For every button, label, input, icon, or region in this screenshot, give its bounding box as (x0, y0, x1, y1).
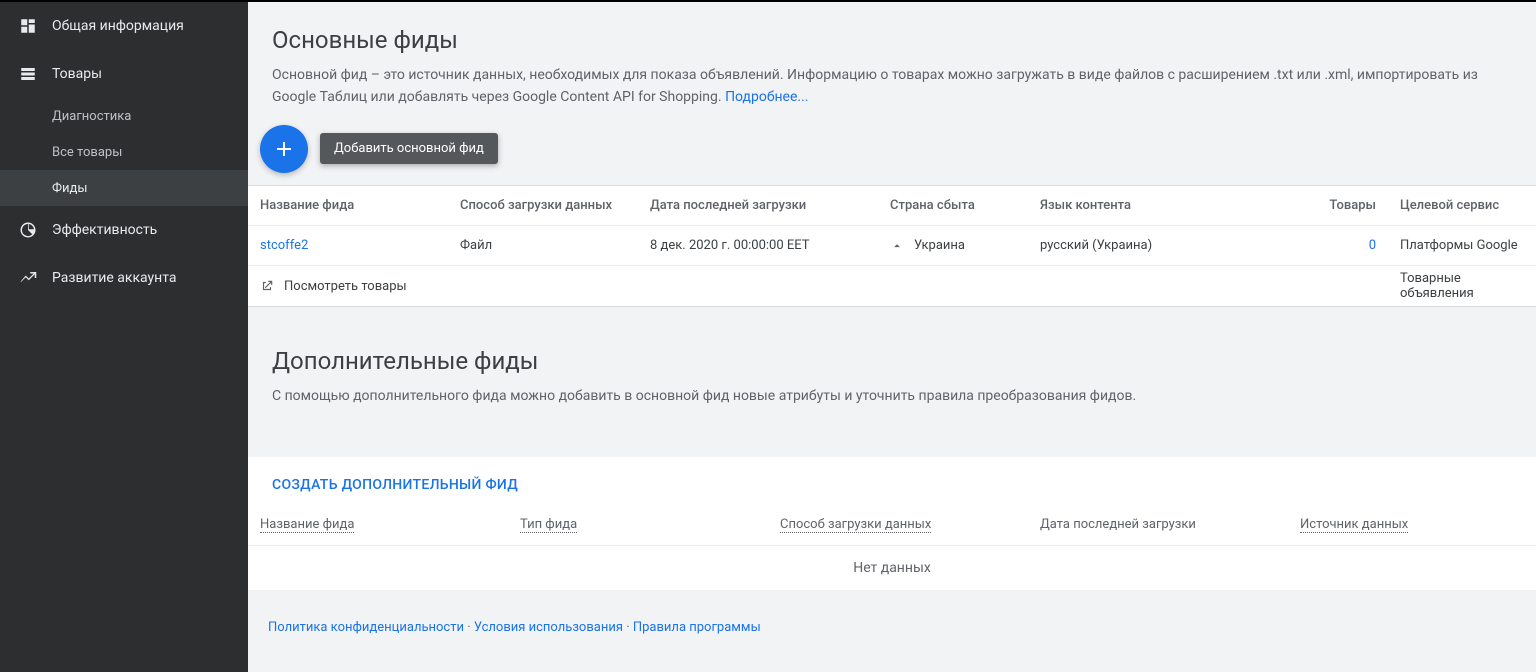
add-primary-feed-button[interactable] (260, 125, 308, 173)
sidebar-item-label: Эффективность (52, 222, 157, 238)
learn-more-link[interactable]: Подробнее... (725, 89, 808, 105)
fab-row: Добавить основной фид (248, 125, 1536, 185)
col-service: Целевой сервис (1388, 186, 1536, 226)
table-header-row: Название фида Способ загрузки данных Дат… (248, 186, 1536, 226)
sidebar-sub-label: Диагностика (52, 109, 131, 124)
sidebar-sub-diagnostics[interactable]: Диагностика (0, 98, 248, 134)
footer: Политика конфиденциальности · Условия ис… (248, 590, 1536, 653)
create-supplemental-feed-button[interactable]: СОЗДАТЬ ДОПОЛНИТЕЛЬНЫЙ ФИД (248, 457, 542, 505)
feed-items-link[interactable]: 0 (1308, 226, 1388, 266)
col-items: Товары (1308, 186, 1388, 226)
primary-feeds-title: Основные фиды (272, 26, 1512, 54)
feed-ads: Товарные объявления (1388, 266, 1536, 306)
trending-up-icon (18, 268, 38, 288)
view-products-link[interactable]: Посмотреть товары (248, 266, 638, 306)
footer-program-link[interactable]: Правила программы (633, 620, 761, 635)
sidebar-sub-feeds[interactable]: Фиды (0, 170, 248, 206)
sidebar-sub-label: Все товары (52, 145, 122, 160)
plus-icon (272, 137, 296, 161)
fab-tooltip: Добавить основной фид (320, 133, 498, 164)
col-last-upload: Дата последней загрузки (638, 186, 878, 226)
feed-service: Платформы Google (1388, 226, 1536, 266)
sidebar-item-label: Товары (52, 66, 102, 82)
performance-icon (18, 220, 38, 240)
main-content: Основные фиды Основной фид – это источни… (248, 2, 1536, 672)
feed-name-link[interactable]: stcoffe2 (248, 226, 448, 266)
sup-table-header-row: Название фида Тип фида Способ загрузки д… (248, 505, 1536, 545)
supplemental-feeds-block: СОЗДАТЬ ДОПОЛНИТЕЛЬНЫЙ ФИД Название фида… (248, 457, 1536, 590)
sidebar-item-overview[interactable]: Общая информация (0, 2, 248, 50)
sidebar-item-growth[interactable]: Развитие аккаунта (0, 254, 248, 302)
sidebar-sub-label: Фиды (52, 181, 87, 196)
list-icon (18, 64, 38, 84)
no-data-row: Нет данных (248, 545, 1536, 590)
sup-col-method: Способ загрузки данных (768, 505, 1028, 545)
footer-privacy-link[interactable]: Политика конфиденциальности (268, 620, 464, 635)
feed-last-upload: 8 дек. 2020 г. 00:00:00 EET (638, 226, 878, 266)
chevron-up-icon (890, 239, 904, 253)
table-row[interactable]: stcoffe2 Файл 8 дек. 2020 г. 00:00:00 EE… (248, 226, 1536, 266)
sidebar-item-products[interactable]: Товары (0, 50, 248, 98)
primary-feeds-desc: Основной фид – это источник данных, необ… (272, 64, 1512, 109)
supplemental-feeds-desc: С помощью дополнительного фида можно доб… (272, 385, 1512, 407)
col-lang: Язык контента (1028, 186, 1308, 226)
sidebar-item-label: Общая информация (52, 18, 184, 34)
supplemental-feeds-header: Дополнительные фиды С помощью дополнител… (248, 307, 1536, 427)
sup-col-type: Тип фида (508, 505, 768, 545)
sup-col-source: Источник данных (1288, 505, 1536, 545)
sup-col-last-upload: Дата последней загрузки (1028, 505, 1288, 545)
col-name: Название фида (248, 186, 448, 226)
sidebar-item-performance[interactable]: Эффективность (0, 206, 248, 254)
supplemental-feeds-title: Дополнительные фиды (272, 347, 1512, 375)
sidebar-item-label: Развитие аккаунта (52, 270, 176, 286)
feed-method: Файл (448, 226, 638, 266)
primary-feeds-table: Название фида Способ загрузки данных Дат… (248, 185, 1536, 307)
col-country: Страна сбыта (878, 186, 1028, 226)
sidebar: Общая информация Товары Диагностика Все … (0, 2, 248, 672)
open-new-icon (260, 279, 274, 293)
footer-terms-link[interactable]: Условия использования (474, 620, 623, 635)
sidebar-sub-all-products[interactable]: Все товары (0, 134, 248, 170)
table-row-secondary: Посмотреть товары Товарные объявления (248, 266, 1536, 306)
primary-feeds-header: Основные фиды Основной фид – это источни… (248, 2, 1536, 129)
feed-lang: русский (Украина) (1028, 226, 1308, 266)
sup-col-name: Название фида (248, 505, 508, 545)
col-method: Способ загрузки данных (448, 186, 638, 226)
dashboard-icon (18, 16, 38, 36)
feed-country: Украина (878, 226, 1028, 266)
